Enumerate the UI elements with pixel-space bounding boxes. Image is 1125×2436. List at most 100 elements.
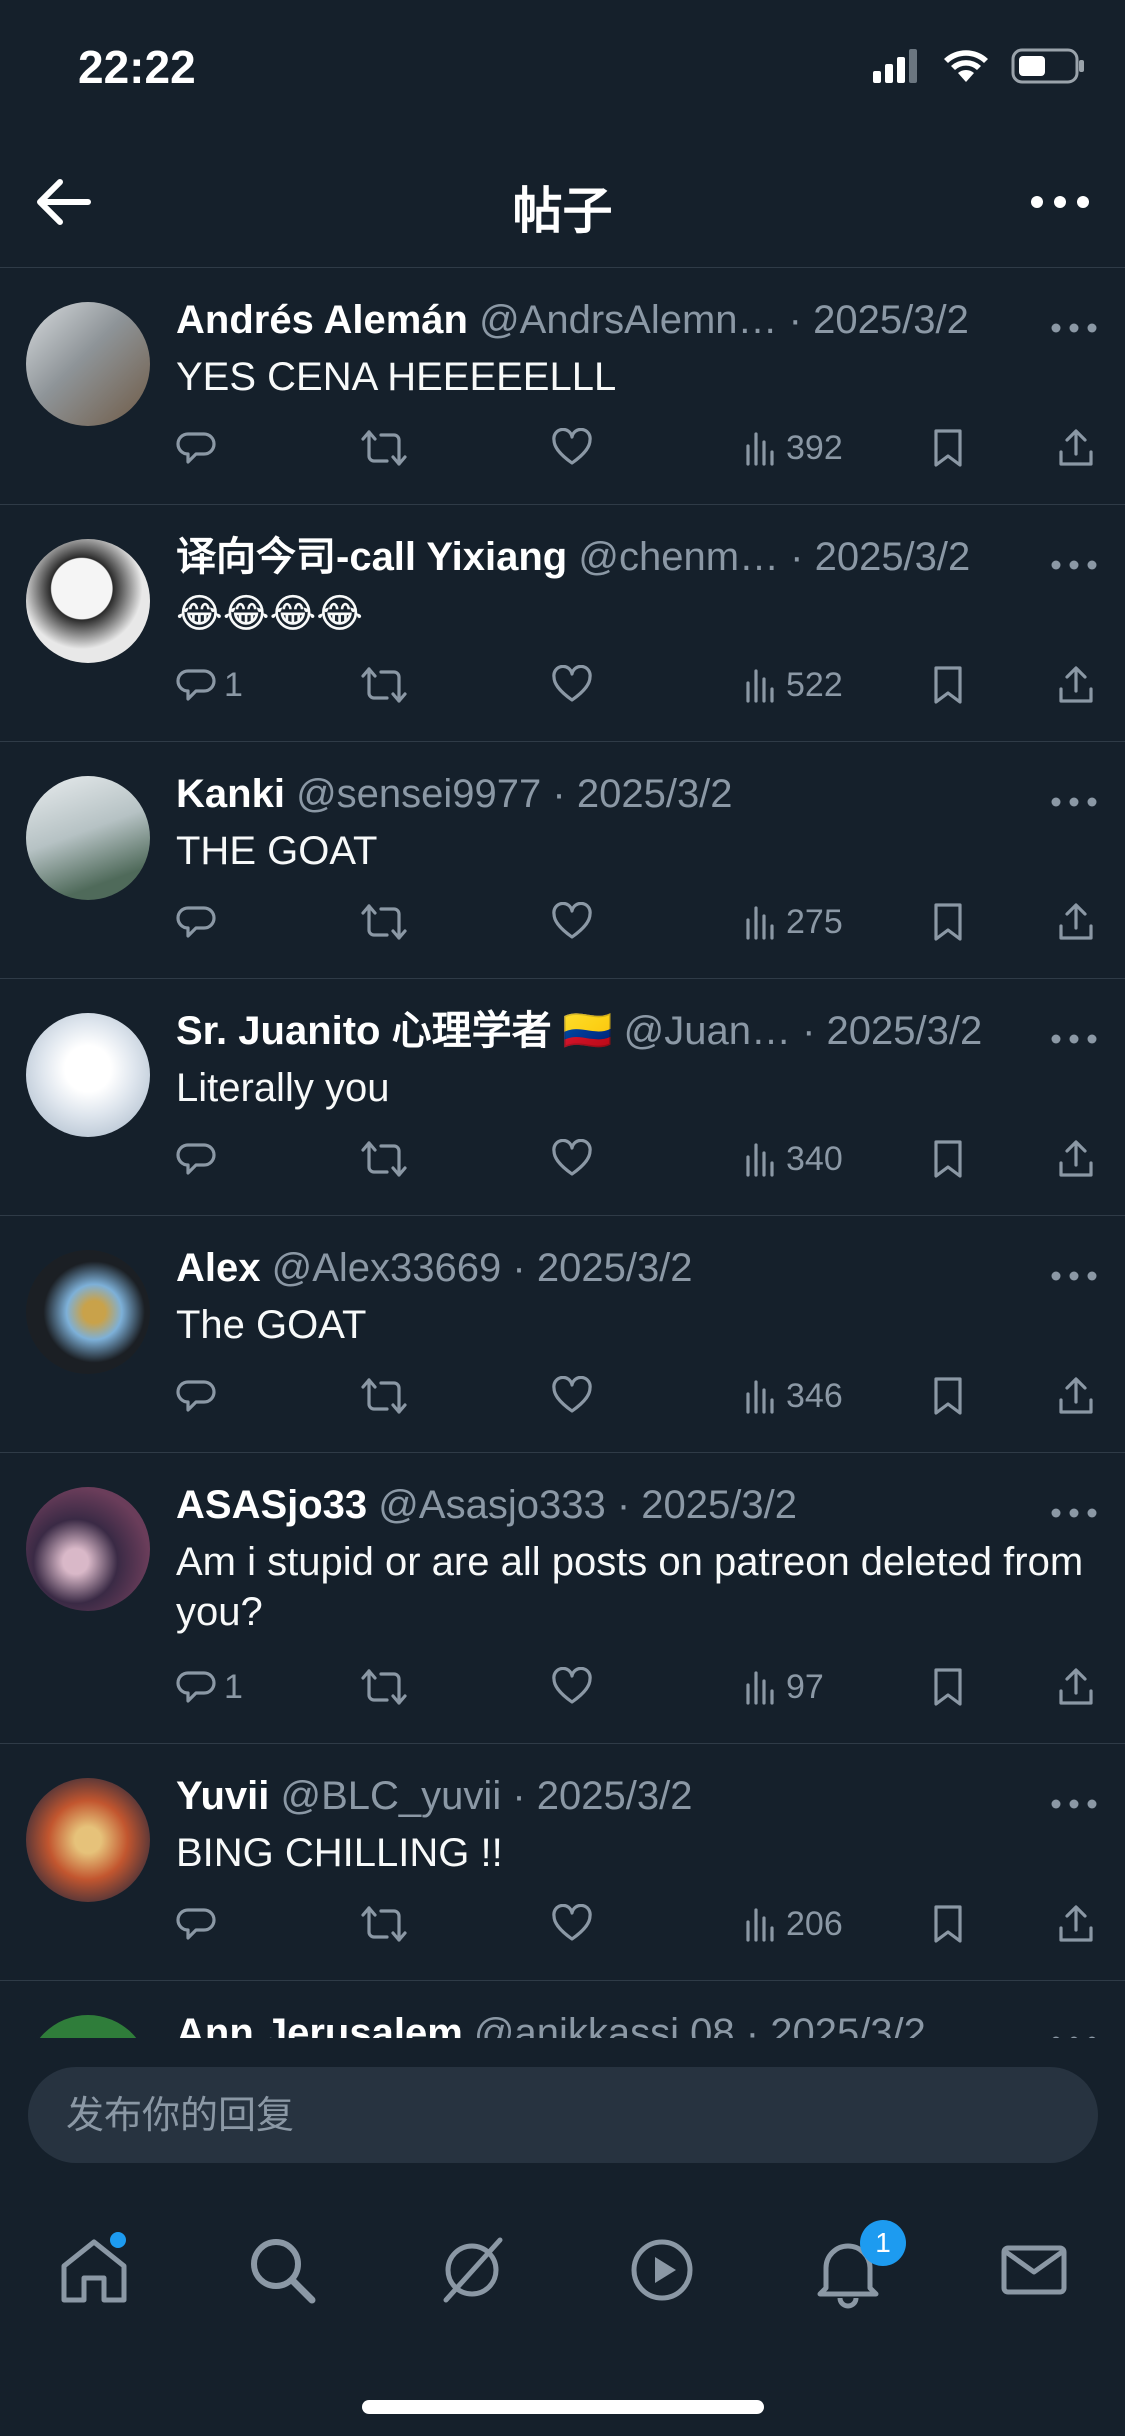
- reply-input[interactable]: [64, 2067, 1048, 2165]
- tab-grok[interactable]: [432, 2230, 512, 2310]
- like-button[interactable]: [552, 1667, 592, 1707]
- reply-button[interactable]: [176, 428, 224, 468]
- reply-button[interactable]: 1: [176, 665, 243, 705]
- post-more-icon[interactable]: [1049, 2029, 1099, 2038]
- reply-button[interactable]: [176, 902, 224, 942]
- author-handle[interactable]: @Juan…: [624, 1009, 791, 1053]
- post[interactable]: Andrés Alemán @AndrsAlemn… · 2025/3/2 YE…: [0, 268, 1125, 505]
- share-icon: [1059, 429, 1093, 466]
- post[interactable]: Yuvii @BLC_yuvii · 2025/3/2 BING CHILLIN…: [0, 1744, 1125, 1981]
- avatar[interactable]: [26, 1778, 150, 1902]
- tab-video[interactable]: [622, 2230, 702, 2310]
- home-indicator[interactable]: [362, 2400, 764, 2414]
- repost-button[interactable]: [361, 902, 407, 942]
- like-button[interactable]: [552, 1376, 592, 1416]
- bookmark-button[interactable]: [930, 1667, 966, 1707]
- author-handle[interactable]: @BLC_yuvii: [281, 1774, 502, 1818]
- share-button[interactable]: [1056, 1139, 1096, 1179]
- repost-button[interactable]: [361, 428, 407, 468]
- author-name[interactable]: 译向今司-call Yixiang: [176, 535, 567, 579]
- author-handle[interactable]: @Asasjo333: [378, 1483, 605, 1527]
- post[interactable]: ASASjo33 @Asasjo333 · 2025/3/2 Am i stup…: [0, 1453, 1125, 1744]
- views-button[interactable]: 392: [744, 428, 843, 468]
- share-button[interactable]: [1056, 902, 1096, 942]
- views-button[interactable]: 275: [744, 902, 843, 942]
- views-button[interactable]: 206: [744, 1904, 843, 1944]
- author-name[interactable]: Alex: [176, 1246, 261, 1290]
- post-more-icon[interactable]: [1049, 790, 1099, 814]
- post-more-icon[interactable]: [1049, 1027, 1099, 1051]
- avatar[interactable]: [26, 1250, 150, 1374]
- avatar[interactable]: [26, 1487, 150, 1611]
- author-name[interactable]: Ann Jerusalem: [176, 2011, 463, 2038]
- reply-feed[interactable]: Andrés Alemán @AndrsAlemn… · 2025/3/2 YE…: [0, 268, 1125, 2038]
- bookmark-button[interactable]: [930, 428, 966, 468]
- post[interactable]: 译向今司-call Yixiang @chenm… · 2025/3/2 😂😂😂…: [0, 505, 1125, 742]
- post-actions: 340: [176, 1139, 1099, 1187]
- repost-button[interactable]: [361, 1904, 407, 1944]
- like-button[interactable]: [552, 1139, 592, 1179]
- more-options-button[interactable]: [1025, 167, 1095, 237]
- bookmark-icon: [934, 1668, 962, 1706]
- author-name[interactable]: Yuvii: [176, 1774, 269, 1818]
- post-more-icon[interactable]: [1049, 1501, 1099, 1525]
- views-button[interactable]: 340: [744, 1139, 843, 1179]
- reply-button[interactable]: 1: [176, 1667, 243, 1707]
- post-more-icon[interactable]: [1049, 1264, 1099, 1288]
- share-button[interactable]: [1056, 1376, 1096, 1416]
- avatar[interactable]: [26, 2015, 150, 2038]
- like-button[interactable]: [552, 1904, 592, 1944]
- views-button[interactable]: 346: [744, 1376, 843, 1416]
- post-actions: 206: [176, 1904, 1099, 1952]
- post[interactable]: Ann Jerusalem @anikkassi 08 · 2025/3/2: [0, 1981, 1125, 2038]
- bookmark-button[interactable]: [930, 665, 966, 705]
- like-button[interactable]: [552, 665, 592, 705]
- views-button[interactable]: 97: [744, 1667, 824, 1707]
- share-button[interactable]: [1056, 428, 1096, 468]
- author-handle[interactable]: @sensei9977: [296, 772, 541, 816]
- share-button[interactable]: [1056, 1904, 1096, 1944]
- reply-button[interactable]: [176, 1376, 224, 1416]
- repost-button[interactable]: [361, 1139, 407, 1179]
- author-name[interactable]: Sr. Juanito 心理学者 🇨🇴: [176, 1009, 613, 1053]
- repost-button[interactable]: [361, 665, 407, 705]
- post-more-icon[interactable]: [1049, 316, 1099, 340]
- post-text: BING CHILLING !!: [176, 1831, 503, 1875]
- heart-icon: [552, 902, 592, 939]
- repost-button[interactable]: [361, 1376, 407, 1416]
- reply-button[interactable]: [176, 1139, 224, 1179]
- avatar[interactable]: [26, 302, 150, 426]
- avatar[interactable]: [26, 776, 150, 900]
- post[interactable]: Alex @Alex33669 · 2025/3/2 The GOAT 346: [0, 1216, 1125, 1453]
- author-handle[interactable]: @AndrsAlemn…: [479, 298, 777, 342]
- bookmark-button[interactable]: [930, 1904, 966, 1944]
- tab-notifications[interactable]: 1: [808, 2220, 906, 2310]
- like-button[interactable]: [552, 428, 592, 468]
- post[interactable]: Sr. Juanito 心理学者 🇨🇴 @Juan… · 2025/3/2 Li…: [0, 979, 1125, 1216]
- share-button[interactable]: [1056, 1667, 1096, 1707]
- tab-messages[interactable]: [994, 2230, 1074, 2310]
- share-button[interactable]: [1056, 665, 1096, 705]
- avatar[interactable]: [26, 539, 150, 663]
- like-button[interactable]: [552, 902, 592, 942]
- tab-home[interactable]: [54, 2230, 134, 2310]
- post[interactable]: Kanki @sensei9977 · 2025/3/2 THE GOAT 27…: [0, 742, 1125, 979]
- post-more-icon[interactable]: [1049, 1792, 1099, 1816]
- reply-button[interactable]: [176, 1904, 224, 1944]
- avatar[interactable]: [26, 1013, 150, 1137]
- author-name[interactable]: ASASjo33: [176, 1483, 367, 1527]
- bookmark-button[interactable]: [930, 902, 966, 942]
- views-button[interactable]: 522: [744, 665, 843, 705]
- reply-composer[interactable]: [28, 2067, 1098, 2165]
- author-handle[interactable]: @Alex33669: [272, 1246, 502, 1290]
- author-handle[interactable]: @chenm…: [578, 535, 779, 579]
- bookmark-button[interactable]: [930, 1376, 966, 1416]
- tab-search[interactable]: [242, 2230, 322, 2310]
- post-date: · 2025/3/2: [788, 298, 969, 342]
- author-name[interactable]: Andrés Alemán: [176, 298, 468, 342]
- author-name[interactable]: Kanki: [176, 772, 285, 816]
- author-handle[interactable]: @anikkassi 08: [474, 2011, 735, 2038]
- post-more-icon[interactable]: [1049, 553, 1099, 577]
- repost-button[interactable]: [361, 1667, 407, 1707]
- bookmark-button[interactable]: [930, 1139, 966, 1179]
